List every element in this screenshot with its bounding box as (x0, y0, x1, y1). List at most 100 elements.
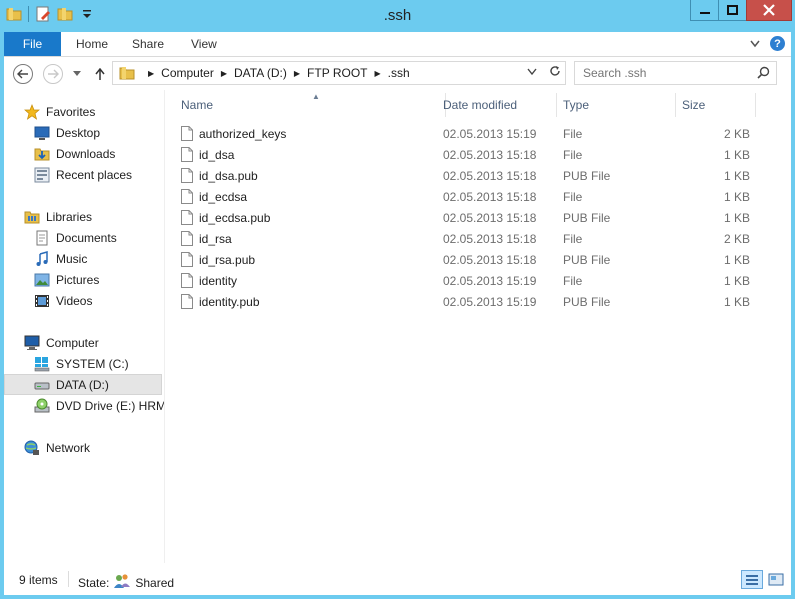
nav-label: Desktop (56, 125, 101, 140)
address-history-dropdown-icon[interactable] (527, 65, 537, 80)
file-row[interactable]: authorized_keys 02.05.2013 15:19 File 2 KB (181, 123, 761, 144)
search-icon[interactable] (757, 66, 770, 82)
expand-ribbon-icon[interactable] (750, 37, 760, 51)
ribbon: File Home Share View ? (4, 32, 791, 57)
close-button[interactable] (746, 0, 792, 21)
nav-system-drive[interactable]: SYSTEM (C:) (4, 353, 162, 374)
breadcrumb-data-drive[interactable]: DATA (D:) (234, 66, 287, 80)
file-type: PUB File (563, 210, 611, 225)
breadcrumb-separator-icon[interactable]: ▶ (294, 69, 300, 78)
nav-desktop[interactable]: Desktop (4, 122, 162, 143)
sort-ascending-icon: ▲ (312, 92, 320, 101)
file-row[interactable]: identity.pub 02.05.2013 15:19 PUB File 1 KB (181, 291, 761, 312)
address-tools (527, 65, 561, 80)
nav-videos[interactable]: Videos (4, 290, 162, 311)
forward-arrow-icon (43, 64, 63, 84)
help-icon[interactable]: ? (770, 36, 785, 51)
file-row[interactable]: id_rsa.pub 02.05.2013 15:18 PUB File 1 KB (181, 249, 761, 270)
file-type: File (563, 147, 583, 162)
nav-computer[interactable]: Computer (4, 332, 162, 353)
up-arrow-icon (95, 67, 105, 80)
search-box[interactable] (574, 61, 777, 85)
column-header-date-modified[interactable]: Date modified (437, 93, 557, 117)
file-date-modified: 02.05.2013 15:18 (443, 252, 537, 267)
tab-share[interactable]: Share (118, 32, 178, 56)
breadcrumb-computer[interactable]: Computer (161, 66, 214, 80)
forward-button[interactable] (43, 64, 63, 84)
title-bar: .ssh (0, 0, 795, 32)
nav-label: Videos (56, 293, 93, 308)
large-icons-view-button[interactable] (765, 570, 787, 589)
nav-downloads[interactable]: Downloads (4, 143, 162, 164)
nav-recent-places[interactable]: Recent places (4, 164, 162, 185)
file-row[interactable]: id_dsa 02.05.2013 15:18 File 1 KB (181, 144, 761, 165)
breadcrumb-ftp-root[interactable]: FTP ROOT (307, 66, 367, 80)
nav-network[interactable]: Network (4, 437, 162, 458)
file-type: File (563, 189, 583, 204)
details-view-button[interactable] (741, 570, 763, 589)
file-type: PUB File (563, 168, 611, 183)
downloads-icon (34, 146, 50, 162)
file-size: 1 KB (723, 294, 750, 309)
file-type: File (563, 273, 583, 288)
navigation-pane: Favorites Desktop Downloads Recent place… (4, 90, 164, 563)
column-label: Size (682, 98, 706, 112)
nav-music[interactable]: Music (4, 248, 162, 269)
computer-icon (24, 335, 40, 351)
music-icon (34, 250, 50, 267)
column-header-size[interactable]: Size (676, 93, 756, 117)
file-row[interactable]: id_ecdsa 02.05.2013 15:18 File 1 KB (181, 186, 761, 207)
status-bar: 9 items State: Shared (4, 563, 791, 595)
recent-locations-dropdown[interactable] (67, 64, 87, 84)
nav-documents[interactable]: Documents (4, 227, 162, 248)
file-name: id_rsa (199, 231, 232, 246)
file-icon (181, 231, 193, 246)
nav-dvd-drive[interactable]: DVD Drive (E:) HRM_ (4, 395, 164, 416)
desktop-icon (34, 125, 50, 141)
nav-label: DVD Drive (E:) HRM_ (56, 398, 164, 413)
column-label: Type (563, 98, 590, 112)
file-row[interactable]: id_rsa 02.05.2013 15:18 File 2 KB (181, 228, 761, 249)
file-date-modified: 02.05.2013 15:19 (443, 273, 537, 288)
star-icon (24, 103, 40, 120)
status-separator (68, 571, 69, 587)
minimize-button[interactable] (690, 0, 718, 21)
back-button[interactable] (13, 64, 33, 84)
file-size: 1 KB (723, 210, 750, 225)
nav-label: Libraries (46, 209, 93, 224)
breadcrumb-separator-icon[interactable]: ▶ (375, 69, 381, 78)
file-row[interactable]: id_ecdsa.pub 02.05.2013 15:18 PUB File 1 KB (181, 207, 761, 228)
documents-icon (34, 230, 50, 246)
breadcrumb-ssh[interactable]: .ssh (388, 66, 410, 80)
search-input[interactable] (575, 62, 745, 84)
file-row[interactable]: id_dsa.pub 02.05.2013 15:18 PUB File 1 KB (181, 165, 761, 186)
nav-data-drive[interactable]: DATA (D:) (4, 374, 162, 395)
file-size: 1 KB (723, 189, 750, 204)
sharing-state: State: Shared (78, 573, 174, 592)
state-value: Shared (135, 575, 175, 590)
file-icon (181, 273, 193, 288)
up-button[interactable] (90, 64, 110, 84)
file-row[interactable]: identity 02.05.2013 15:19 File 1 KB (181, 270, 761, 291)
file-icon (181, 147, 193, 162)
nav-pictures[interactable]: Pictures (4, 269, 162, 290)
tab-home[interactable]: Home (62, 32, 122, 56)
tab-view[interactable]: View (177, 32, 231, 56)
tab-file[interactable]: File (4, 32, 61, 56)
breadcrumb-separator-icon[interactable]: ▶ (221, 69, 227, 78)
maximize-button[interactable] (718, 0, 746, 21)
breadcrumb-separator-icon[interactable]: ▶ (148, 69, 154, 78)
column-header-type[interactable]: Type (557, 93, 676, 117)
file-name: identity (199, 273, 238, 288)
address-bar[interactable]: ▶ Computer ▶ DATA (D:) ▶ FTP ROOT ▶ .ssh (112, 61, 566, 85)
minimize-icon (699, 12, 710, 14)
file-name: id_rsa.pub (199, 252, 256, 267)
nav-label: Documents (56, 230, 117, 245)
column-header-name[interactable]: ▲ Name (175, 93, 446, 117)
nav-favorites[interactable]: Favorites (4, 101, 162, 122)
file-type: File (563, 126, 583, 141)
network-icon (24, 440, 40, 456)
nav-libraries[interactable]: Libraries (4, 206, 162, 227)
refresh-icon[interactable] (549, 65, 561, 80)
file-icon (181, 126, 193, 141)
